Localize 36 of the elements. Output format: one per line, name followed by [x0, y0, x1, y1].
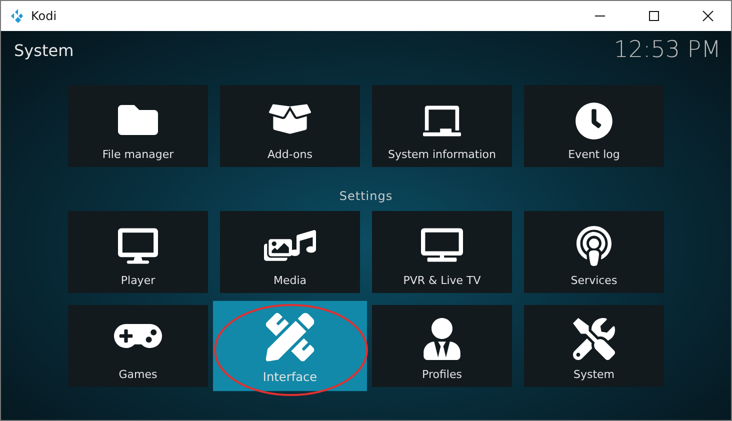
- page-title: System: [14, 40, 74, 60]
- tile-label: Services: [570, 274, 618, 287]
- clock-text: 12:53 PM: [614, 37, 721, 63]
- tile-label: Event log: [568, 148, 620, 161]
- menu-tile[interactable]: Add-ons: [220, 85, 360, 167]
- broadcast-icon: [574, 226, 614, 266]
- menu-tile[interactable]: Games: [68, 305, 208, 387]
- close-icon: [702, 10, 714, 22]
- menu-tile[interactable]: Event log: [524, 85, 664, 167]
- tile-label: Interface: [262, 370, 318, 384]
- menu-tile[interactable]: Media: [220, 211, 360, 293]
- monitor-icon: [118, 226, 158, 266]
- tile-label: Games: [118, 368, 158, 381]
- person-icon: [421, 318, 463, 360]
- tile-label: PVR & Live TV: [403, 274, 481, 287]
- tile-label: System: [573, 368, 615, 381]
- tile-label: Add-ons: [268, 148, 312, 161]
- menu-tile[interactable]: Player: [68, 211, 208, 293]
- logo-icon: [9, 9, 23, 23]
- clock-icon: [575, 102, 613, 140]
- tile-label: Player: [120, 274, 156, 287]
- tile-label: Profiles: [422, 368, 462, 381]
- section-heading: Settings: [338, 189, 394, 203]
- tile-label: System information: [388, 148, 496, 161]
- tools-icon: [573, 318, 615, 360]
- menu-tile[interactable]: File manager: [68, 85, 208, 167]
- maximize-icon: [648, 10, 660, 22]
- pencil-ruler-icon: [266, 313, 314, 362]
- menu-tile[interactable]: Profiles: [372, 305, 512, 387]
- menu-tile[interactable]: System: [524, 305, 664, 387]
- menu-tile[interactable]: Services: [524, 211, 664, 293]
- menu-tile[interactable]: PVR & Live TV: [372, 211, 512, 293]
- window-title: Kodi: [31, 9, 58, 23]
- menu-tile[interactable]: System information: [372, 85, 512, 167]
- tile-label: Media: [273, 274, 307, 287]
- tile-label: File manager: [102, 148, 174, 161]
